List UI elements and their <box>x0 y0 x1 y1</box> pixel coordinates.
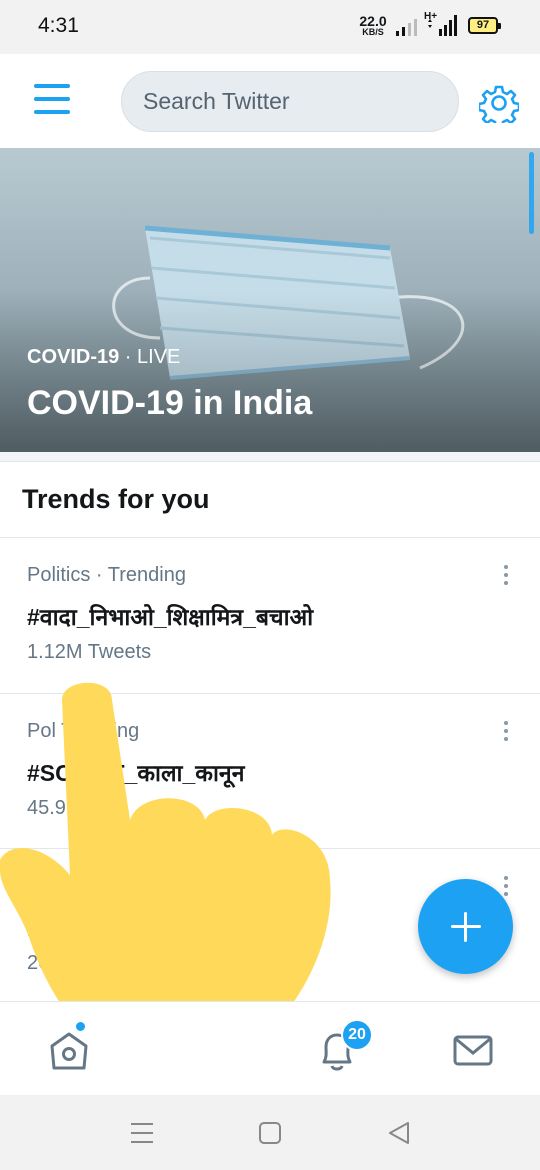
status-time: 4:31 <box>38 14 79 37</box>
trend-tweet-count: 1.12M Tweets <box>27 641 152 663</box>
signal-strong-icon <box>428 15 457 36</box>
home-unread-dot <box>76 1022 85 1031</box>
gear-icon[interactable] <box>479 83 519 123</box>
battery-icon: 97 <box>468 17 501 34</box>
android-back-icon[interactable] <box>384 1119 414 1147</box>
search-input[interactable]: Search Twitter <box>121 71 459 132</box>
android-home-icon[interactable] <box>255 1119 285 1147</box>
network-speed-unit: KB/S <box>362 27 384 37</box>
network-speed: 22.0 KB/S <box>358 14 388 37</box>
hero-gradient <box>0 292 540 452</box>
mail-icon[interactable] <box>448 1026 498 1076</box>
hero-category: COVID-19 <box>27 346 120 368</box>
hero-card[interactable]: COVID-19 · LIVE COVID-19 in India <box>0 148 540 452</box>
trend-name: #वादा_निभाओ_शिक्षामित्र_बचाओ <box>27 604 314 630</box>
top-bar: Search Twitter <box>0 54 540 148</box>
android-nav-bar <box>0 1095 540 1170</box>
more-vertical-icon[interactable] <box>496 718 516 744</box>
more-vertical-icon[interactable] <box>496 562 516 588</box>
trend-meta: Politics · Trending <box>27 564 186 586</box>
status-bar: 4:31 22.0 KB/S H+ 97 <box>0 0 540 54</box>
android-recents-icon[interactable] <box>127 1119 157 1147</box>
compose-tweet-button[interactable] <box>418 879 513 974</box>
trends-section-title: Trends for you <box>22 484 210 514</box>
signal-icon <box>396 19 417 36</box>
scrollbar[interactable] <box>529 152 534 234</box>
notification-count-badge: 20 <box>341 1019 373 1051</box>
menu-icon[interactable] <box>32 80 74 120</box>
bottom-tab-bar: 20 <box>0 1001 540 1095</box>
hero-live-status: LIVE <box>137 346 181 368</box>
section-gap <box>0 452 540 462</box>
hero-separator: · <box>119 346 138 368</box>
hero-tag: COVID-19 · LIVE <box>27 346 180 369</box>
home-icon[interactable] <box>44 1026 94 1076</box>
network-speed-value: 22.0 <box>359 13 387 29</box>
hero-title: COVID-19 in India <box>27 384 313 422</box>
